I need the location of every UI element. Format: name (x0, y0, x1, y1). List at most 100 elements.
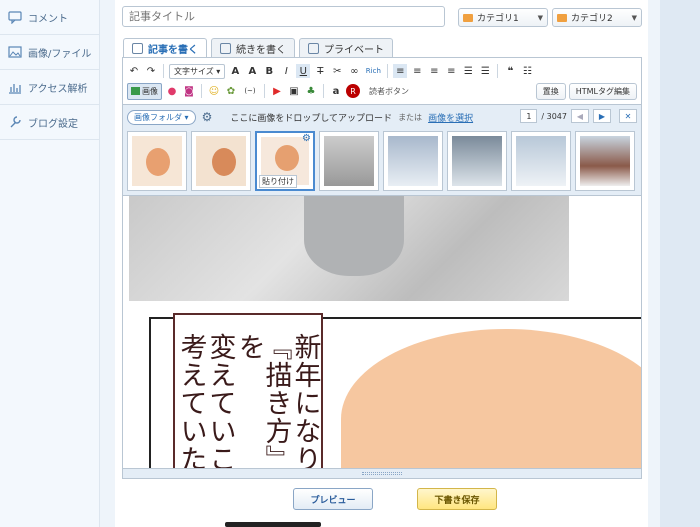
thumbnail[interactable] (575, 131, 635, 191)
sidebar-item-label: コメント (28, 13, 68, 25)
thumbnail[interactable] (319, 131, 379, 191)
folder-icon (463, 13, 473, 22)
editor-box: ↶ ↷ 文字サイズ ▾ A A B I U T ✂ ∞ Rich ≡ ≡ ≡ ≡… (122, 57, 642, 479)
pencil-icon (132, 43, 143, 54)
pencil-icon (220, 43, 231, 54)
grip-icon (362, 472, 402, 475)
preview-button[interactable]: プレビュー (293, 488, 373, 510)
close-icon[interactable]: ✕ (619, 109, 637, 123)
undo-icon[interactable]: ↶ (127, 64, 141, 78)
embedded-comic: 新年になり 『描き方』を 変えていこ 考えていた (149, 313, 641, 468)
manga-text-line: 新年になり (289, 333, 321, 468)
strike-icon[interactable]: T (313, 64, 327, 78)
divider (201, 84, 202, 98)
font-size-select[interactable]: 文字サイズ ▾ (169, 63, 226, 79)
reader-button[interactable]: 読者ボタン (369, 86, 409, 97)
image-panel: 画像フォルダ ▾ ⚙ ここに画像をドロップしてアップロード または 画像を選択 … (123, 104, 641, 196)
toolbar-row-1: ↶ ↷ 文字サイズ ▾ A A B I U T ✂ ∞ Rich ≡ ≡ ≡ ≡… (123, 60, 641, 82)
image-folder-select[interactable]: 画像フォルダ ▾ (127, 109, 196, 125)
bg-color-icon[interactable]: A (245, 64, 259, 78)
video-icon[interactable]: ▣ (287, 84, 301, 98)
gear-icon[interactable]: ⚙ (202, 110, 213, 124)
divider (387, 64, 389, 78)
title-input[interactable] (122, 6, 445, 27)
sidebar-item-settings[interactable]: ブログ設定 (0, 105, 99, 140)
redo-icon[interactable]: ↷ (144, 64, 158, 78)
photo-subject (304, 196, 404, 276)
page-total: / 3047 (541, 111, 567, 121)
link-icon[interactable]: ∞ (347, 64, 361, 78)
replace-button[interactable]: 置換 (535, 82, 566, 100)
manga-text-line: 『描き方』を (233, 333, 292, 468)
paste-button[interactable]: 貼り付け (259, 175, 297, 188)
plant-icon[interactable]: ♣ (304, 84, 318, 98)
image-button[interactable]: 画像 (127, 82, 162, 100)
align-right-icon[interactable]: ≡ (427, 64, 441, 78)
clear-format-icon[interactable]: ✂ (330, 64, 344, 78)
next-page-icon[interactable]: ▶ (593, 109, 611, 123)
html-edit-button[interactable]: HTMLタグ編集 (568, 82, 637, 100)
manga-text-line: 考えていた (175, 333, 207, 468)
italic-icon[interactable]: I (279, 64, 293, 78)
or-text: または (398, 112, 423, 122)
sidebar-item-label: 画像/ファイル (28, 48, 92, 60)
document-icon (308, 43, 319, 54)
bold-icon[interactable]: B (262, 64, 276, 78)
thumbnail[interactable] (447, 131, 507, 191)
thumbnail[interactable] (191, 131, 251, 191)
thumbnail[interactable] (127, 131, 187, 191)
manga-text-line: 変えていこ (204, 333, 236, 468)
embedded-photo (129, 196, 569, 301)
title-row: カテゴリ1 ▼ カテゴリ2 ▼ (122, 6, 642, 28)
category2-select[interactable]: カテゴリ2 ▼ (552, 8, 642, 27)
drop-text: ここに画像をドロップしてアップロード (230, 113, 393, 124)
select-image-link[interactable]: 画像を選択 (428, 111, 473, 124)
rakuten-icon[interactable]: R (346, 84, 360, 98)
instagram-icon[interactable]: ◙ (182, 84, 196, 98)
tab-private[interactable]: プライベート (299, 38, 393, 58)
sidebar-item-images[interactable]: 画像/ファイル (0, 35, 99, 70)
chevron-down-icon: ▼ (537, 13, 543, 22)
tab-label: 記事を書く (148, 45, 198, 56)
justify-icon[interactable]: ≡ (444, 64, 458, 78)
sidebar-item-comments[interactable]: コメント (0, 0, 99, 35)
amazon-icon[interactable]: a (329, 84, 343, 98)
tab-continue[interactable]: 続きを書く (211, 38, 295, 58)
resize-handle[interactable] (123, 468, 641, 478)
underline-icon[interactable]: U (296, 64, 311, 78)
thumbnail[interactable] (383, 131, 443, 191)
article-content[interactable]: 新年になり 『描き方』を 変えていこ 考えていた (123, 196, 641, 468)
tab-write-article[interactable]: 記事を書く (123, 38, 207, 58)
save-draft-button[interactable]: 下書き保存 (417, 488, 497, 510)
rich-link-icon[interactable]: Rich (364, 64, 382, 78)
flickr-icon[interactable]: ● (165, 84, 179, 98)
speech-bubble: 新年になり 『描き方』を 変えていこ 考えていた (173, 313, 323, 468)
numbered-list-icon[interactable]: ☰ (478, 64, 492, 78)
quote-icon[interactable]: ❝ (503, 64, 517, 78)
youtube-icon[interactable]: ▶ (270, 84, 284, 98)
divider (163, 64, 164, 78)
thumbnail[interactable] (511, 131, 571, 191)
editor-tabs: 記事を書く 続きを書く プライベート (123, 38, 393, 58)
category1-select[interactable]: カテゴリ1 ▼ (458, 8, 548, 27)
gear-icon[interactable]: ⚙ (302, 133, 311, 144)
kaomoji-icon[interactable]: (~) (241, 84, 259, 98)
align-center-icon[interactable]: ≡ (410, 64, 424, 78)
toolbar-row-2: 画像 ● ◙ ☺ ✿ (~) ▶ ▣ ♣ a R 読者ボタン 置換 HTMLタグ… (123, 80, 641, 102)
font-size-label: 文字サイズ (174, 66, 214, 76)
sticker-icon[interactable]: ✿ (224, 84, 238, 98)
thumbnail-selected[interactable]: ⚙ 貼り付け (255, 131, 315, 191)
folder-icon (557, 13, 567, 22)
align-left-icon[interactable]: ≡ (393, 64, 408, 78)
prev-page-icon[interactable]: ◀ (571, 109, 589, 123)
page-input[interactable]: 1 (520, 109, 538, 123)
emoji-icon[interactable]: ☺ (207, 84, 221, 98)
more-icon[interactable]: ☷ (520, 64, 534, 78)
text-color-icon[interactable]: A (228, 64, 242, 78)
comment-icon (8, 11, 22, 24)
divider (497, 64, 499, 78)
bullet-list-icon[interactable]: ☰ (461, 64, 475, 78)
chart-icon (9, 84, 21, 94)
right-strip (660, 0, 700, 527)
sidebar-item-analytics[interactable]: アクセス解析 (0, 70, 99, 105)
